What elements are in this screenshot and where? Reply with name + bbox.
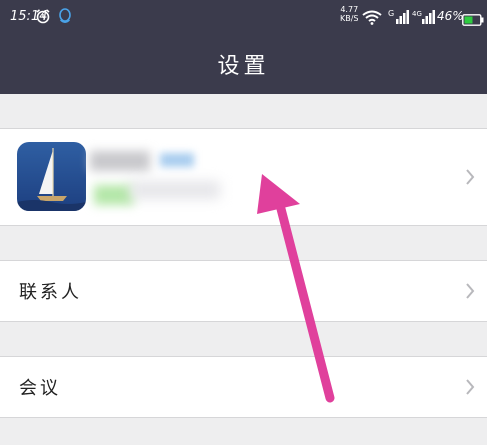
status-bar: 15:14 4.77 KB/S G 4G 46%	[0, 0, 487, 34]
chevron-right-icon	[465, 378, 475, 396]
chevron-right-icon	[465, 282, 475, 300]
navigation-bar: 设置	[0, 34, 487, 94]
network-speed-value: 4.77	[340, 5, 359, 14]
battery-icon	[462, 11, 484, 30]
signal-4g-label: 4G	[412, 10, 422, 18]
signal-4g-icon: 4G	[412, 8, 436, 29]
meeting-row[interactable]: 会议	[0, 356, 487, 418]
network-speed: 4.77 KB/S	[340, 5, 359, 23]
sailboat-app-icon	[17, 142, 86, 211]
contacts-label: 联系人	[19, 282, 82, 303]
profile-row[interactable]	[0, 128, 487, 226]
battery-percentage: 46%	[437, 9, 464, 23]
signal-g-label: G	[388, 9, 394, 18]
blurred-profile-info	[90, 141, 240, 211]
network-speed-unit: KB/S	[340, 14, 359, 23]
meeting-label: 会议	[19, 378, 61, 399]
chevron-right-icon	[465, 168, 475, 186]
alarm-icon	[35, 8, 51, 28]
signal-icon: G	[388, 8, 410, 29]
contacts-row[interactable]: 联系人	[0, 260, 487, 322]
qq-icon	[58, 8, 72, 29]
wifi-icon	[362, 9, 382, 29]
page-title: 设置	[217, 54, 270, 79]
